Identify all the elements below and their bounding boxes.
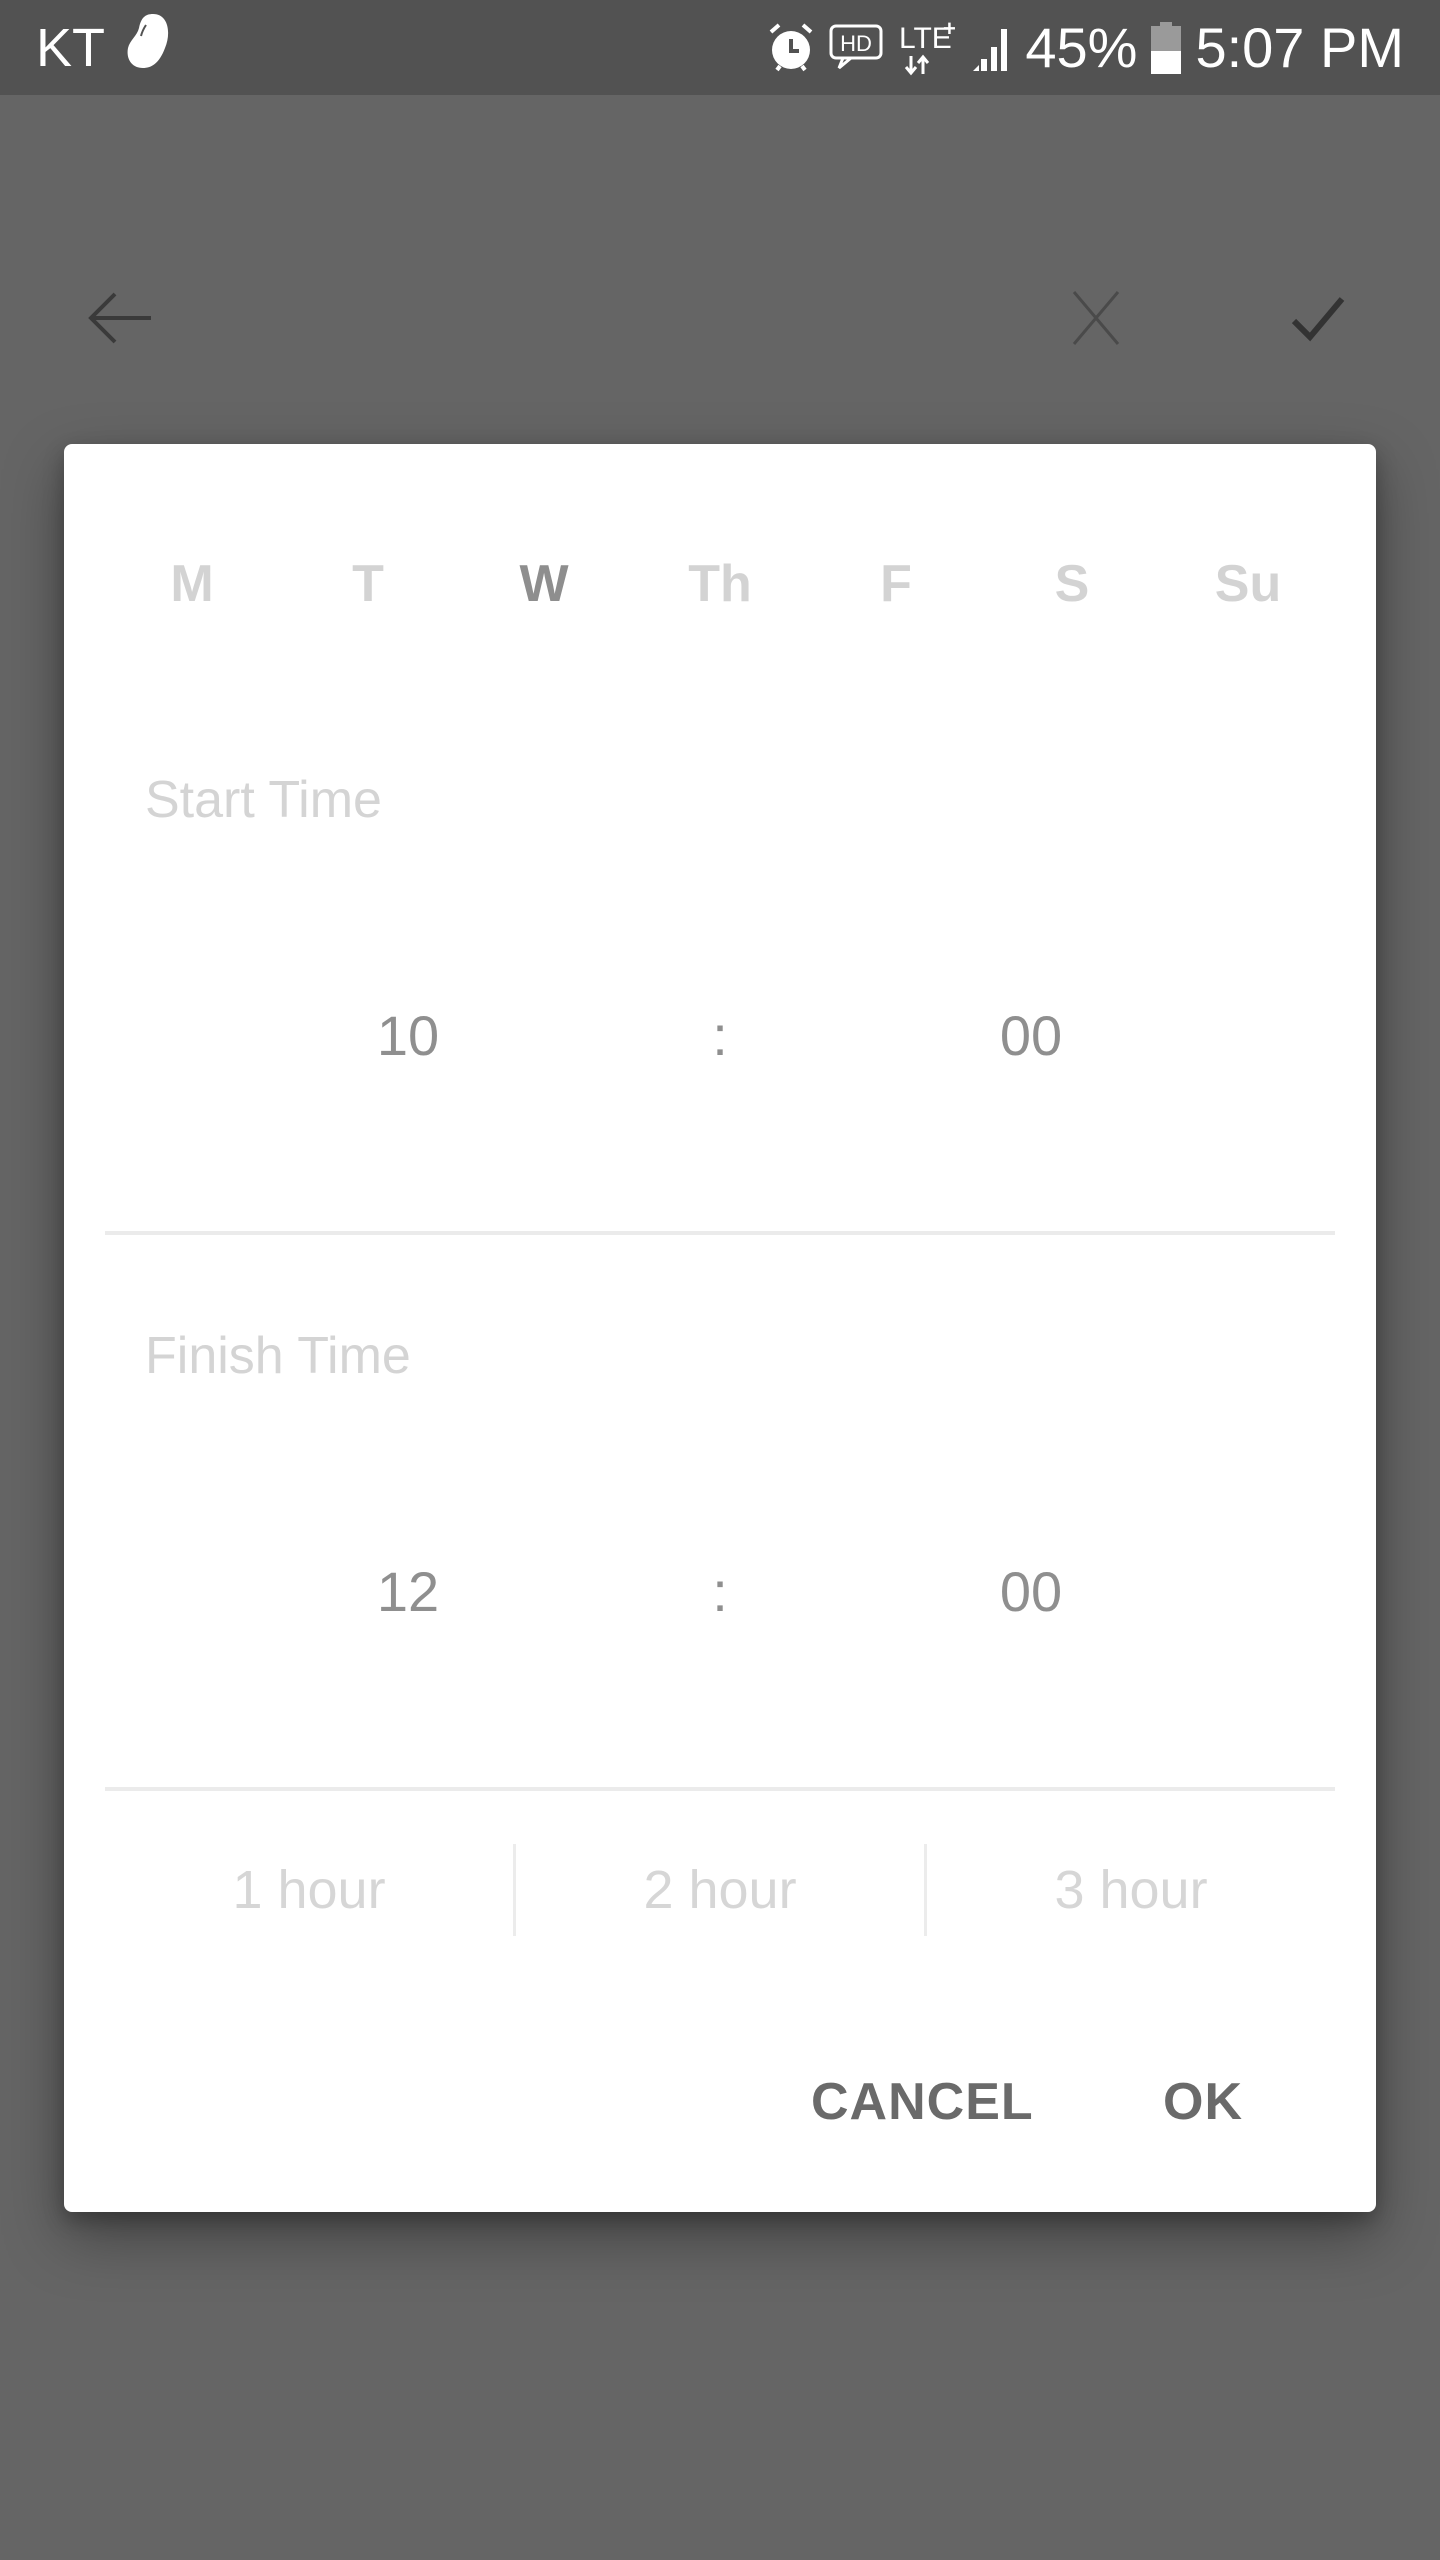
start-minute[interactable]: 00 — [931, 996, 1131, 1076]
ok-button[interactable]: OK — [1163, 2062, 1243, 2142]
close-button[interactable] — [1056, 280, 1136, 360]
duration-3-hour[interactable]: 3 hour — [927, 1844, 1335, 1936]
battery-icon — [1151, 21, 1182, 74]
duration-1-hour[interactable]: 1 hour — [105, 1844, 513, 1936]
carrier-label: KT — [36, 17, 106, 78]
start-separator: : — [712, 1004, 728, 1067]
day-saturday[interactable]: S — [1012, 554, 1132, 614]
day-tuesday[interactable]: T — [308, 554, 428, 614]
status-bar: KT HD LTE + 45% 5:07 PM — [0, 0, 1440, 95]
day-monday[interactable]: M — [132, 554, 252, 614]
finish-hour[interactable]: 12 — [308, 1552, 508, 1632]
svg-text:+: + — [943, 18, 956, 41]
finish-separator: : — [712, 1560, 728, 1623]
finish-minute[interactable]: 00 — [931, 1552, 1131, 1632]
finish-time-label: Finish Time — [145, 1327, 411, 1385]
weekday-selector: M T W Th F S Su — [64, 554, 1376, 614]
finish-time-picker: 12 : 00 — [64, 1552, 1376, 1632]
day-sunday[interactable]: Su — [1188, 554, 1308, 614]
status-bar-left: KT — [36, 0, 171, 95]
check-icon — [1290, 293, 1346, 348]
confirm-button[interactable] — [1278, 280, 1358, 360]
start-hour[interactable]: 10 — [308, 996, 508, 1076]
hd-voice-icon: HD — [829, 22, 883, 74]
clock-time: 5:07 PM — [1195, 16, 1404, 79]
start-divider — [105, 1231, 1335, 1235]
battery-percent: 45% — [1025, 16, 1138, 79]
hd-label: HD — [840, 31, 872, 56]
start-time-label: Start Time — [145, 771, 382, 829]
lte-plus-icon: LTE + — [897, 18, 957, 78]
time-range-dialog: M T W Th F S Su Start Time 10 : 00 Finis… — [64, 444, 1376, 2212]
back-button[interactable] — [80, 280, 160, 360]
duration-presets: 1 hour 2 hour 3 hour — [105, 1844, 1335, 1936]
finish-divider — [105, 1787, 1335, 1791]
day-wednesday[interactable]: W — [484, 554, 604, 614]
start-time-picker: 10 : 00 — [64, 996, 1376, 1076]
close-icon — [1070, 290, 1122, 351]
duration-2-hour[interactable]: 2 hour — [516, 1844, 924, 1936]
day-thursday[interactable]: Th — [660, 554, 780, 614]
cancel-button[interactable]: CANCEL — [811, 2062, 1034, 2142]
status-bar-right: HD LTE + 45% 5:07 PM — [767, 0, 1404, 95]
bean-icon — [125, 12, 171, 83]
alarm-clock-icon — [767, 22, 815, 74]
arrow-back-icon — [85, 290, 155, 351]
signal-icon — [971, 23, 1011, 73]
day-friday[interactable]: F — [836, 554, 956, 614]
